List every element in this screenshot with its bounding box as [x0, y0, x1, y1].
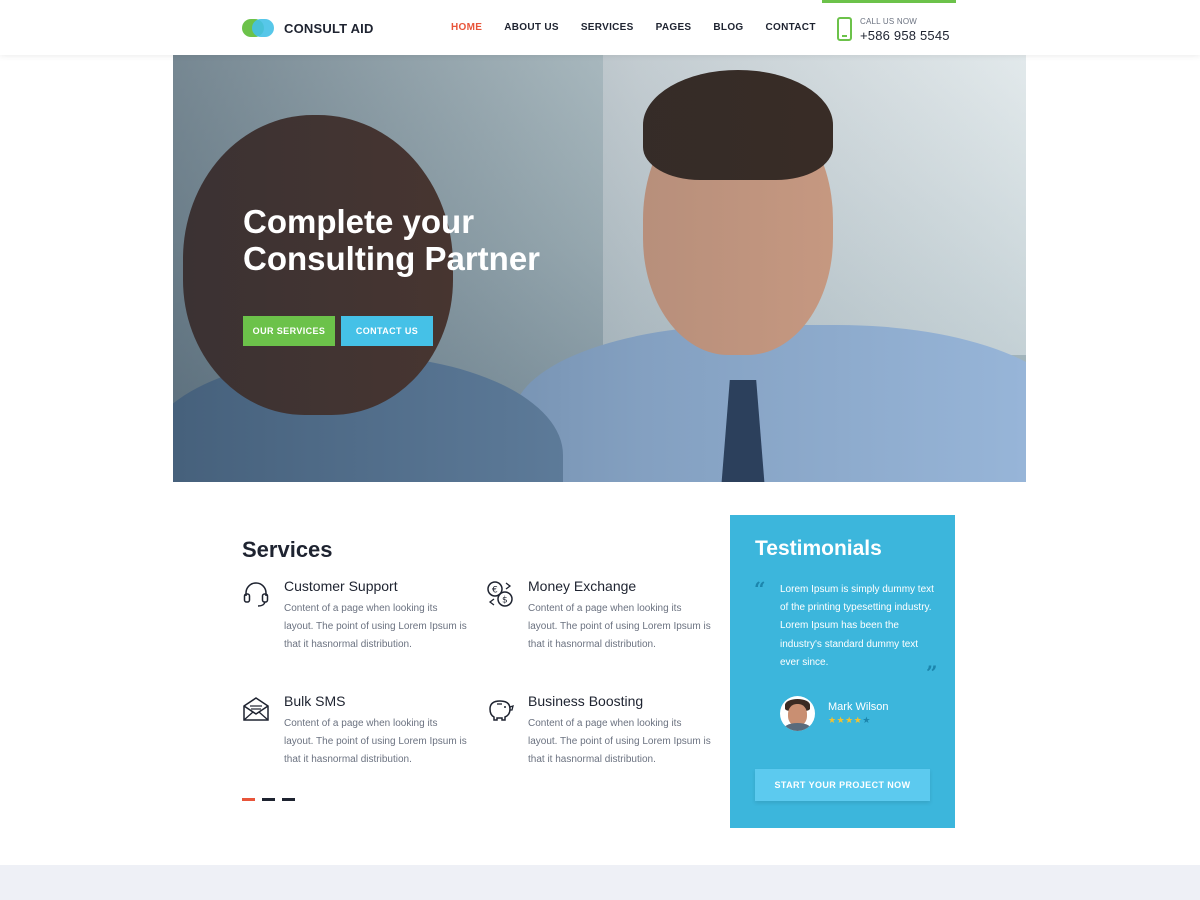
contact-us-button[interactable]: CONTACT US — [341, 316, 433, 346]
piggy-bank-icon — [489, 700, 514, 721]
service-description: Content of a page when looking its layou… — [284, 603, 467, 650]
service-title: Business Boosting — [528, 693, 644, 709]
service-description: Content of a page when looking its layou… — [528, 603, 711, 650]
main-nav: HOME ABOUT US SERVICES PAGES BLOG CONTAC… — [440, 0, 827, 55]
star-icon: ★ — [845, 715, 854, 725]
footer-band — [0, 865, 1200, 900]
hero-title-line2: Consulting Partner — [243, 240, 541, 277]
rating-stars: ★★★★★ — [828, 715, 871, 726]
quote-close-icon: ” — [926, 661, 938, 685]
hero-banner: Complete your Consulting Partner OUR SER… — [173, 55, 1026, 482]
hero-title: Complete your Consulting Partner — [243, 203, 623, 277]
testimonials-panel: Testimonials “ Lorem Ipsum is simply dum… — [730, 515, 955, 828]
testimonial-author: Mark Wilson — [828, 701, 889, 713]
svg-text:$: $ — [502, 596, 508, 606]
mobile-phone-icon — [837, 17, 852, 41]
nav-home[interactable]: HOME — [451, 22, 482, 33]
nav-contact[interactable]: CONTACT — [766, 22, 816, 33]
start-your-project-button[interactable]: START YOUR PROJECT NOW — [755, 769, 930, 801]
star-empty-icon: ★ — [862, 715, 871, 725]
money-exchange-icon: € $ — [487, 581, 513, 607]
service-title: Customer Support — [284, 578, 398, 594]
site-header: CONSULT AID HOME ABOUT US SERVICES PAGES… — [0, 0, 1200, 55]
nav-pages[interactable]: PAGES — [656, 22, 692, 33]
call-label: CALL US NOW — [860, 17, 918, 26]
logo-mark-icon — [242, 19, 274, 37]
nav-blog[interactable]: BLOG — [713, 22, 743, 33]
envelope-icon — [243, 697, 269, 721]
hero-title-line1: Complete your — [243, 203, 475, 240]
service-title: Money Exchange — [528, 578, 637, 594]
pagination-dot-1[interactable] — [242, 798, 255, 801]
nav-about-us[interactable]: ABOUT US — [504, 22, 559, 33]
quote-open-icon: “ — [754, 577, 766, 601]
services-title: Services — [242, 537, 333, 562]
pagination-dot-2[interactable] — [262, 798, 275, 801]
pagination-dot-3[interactable] — [282, 798, 295, 801]
logo-text: CONSULT AID — [284, 20, 374, 36]
call-phone-number[interactable]: +586 958 5545 — [860, 28, 950, 43]
testimonials-title: Testimonials — [755, 537, 882, 560]
services-pagination — [242, 798, 302, 801]
service-title: Bulk SMS — [284, 693, 346, 709]
testimonial-quote: Lorem Ipsum is simply dummy text of the … — [780, 584, 934, 668]
logo[interactable]: CONSULT AID — [242, 18, 374, 38]
star-icon: ★ — [836, 715, 846, 725]
call-us-block[interactable]: CALL US NOW +586 958 5545 — [822, 0, 956, 55]
svg-text:€: € — [492, 586, 498, 596]
star-icon: ★ — [828, 715, 837, 725]
nav-services[interactable]: SERVICES — [581, 22, 634, 33]
service-description: Content of a page when looking its layou… — [528, 718, 711, 765]
headset-icon — [243, 582, 269, 607]
avatar — [780, 696, 815, 731]
service-description: Content of a page when looking its layou… — [284, 718, 467, 765]
our-services-button[interactable]: OUR SERVICES — [243, 316, 335, 346]
